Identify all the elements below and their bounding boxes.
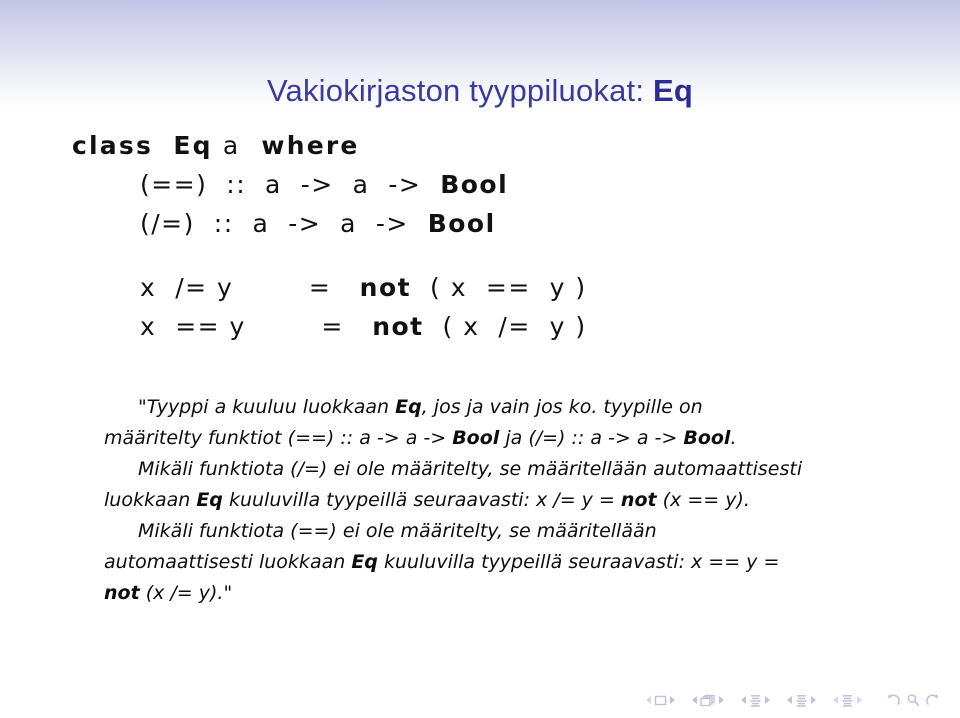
line-eq-def: x == y = not ( x /= y ) [0,307,960,346]
nav-group-presentation-next-arrow-icon[interactable] [857,696,862,704]
line-eq-sig-seg-2: a [333,170,389,199]
nav-group-section[interactable] [738,694,773,707]
line-class-decl-seg-4: where [250,131,360,160]
nav-group-subsection[interactable] [689,694,727,707]
nav-group-part[interactable] [784,694,819,707]
line-class-decl: class Eq a where [0,126,960,165]
nav-group-part-prev-arrow-icon[interactable] [787,696,792,704]
line-eq-sig-seg-4 [421,170,440,199]
quote-para-3: Mikäli funktiota (==) ei ole määritelty,… [104,516,804,609]
nav-group-frame-next-arrow-icon[interactable] [670,696,675,704]
nav-search-button[interactable] [906,693,920,707]
line-neq-sig-seg-3: -> [375,209,409,238]
line-class-decl-seg-0: class [72,131,154,160]
nav-group-frame-prev-arrow-icon[interactable] [646,696,651,704]
quote-para-3-seg-4: (x /= y)." [139,582,233,604]
quote-para-1-seg-6: . [730,427,737,449]
nav-group-section-next-arrow-icon[interactable] [765,696,770,704]
line-eq-sig-seg-1: -> [300,170,334,199]
section-lines-icon[interactable] [795,694,808,707]
nav-group-part-next-arrow-icon[interactable] [811,696,816,704]
stacked-frames-icon[interactable] [700,694,716,707]
code-block-default-definitions: x /= y = not ( x == y ) x == y = not ( x … [0,268,960,346]
line-eq-def-seg-0: x == y = [140,312,373,341]
line-class-decl-seg-2: Eq [173,131,213,160]
quotation-body: "Tyyppi a kuuluu luokkaan Eq, jos ja vai… [104,392,804,609]
quote-para-1-seg-1: Eq [395,396,422,418]
line-eq-sig-seg-3: -> [388,170,422,199]
quote-para-1-seg-4: ja (/=) :: a -> a -> [499,427,684,449]
nav-group-presentation[interactable] [830,694,865,707]
quote-para-1-seg-3: Bool [452,427,500,449]
nav-group-frame[interactable] [643,695,678,706]
code-block-class-declaration: class Eq a where (==) :: a -> a -> Bool (/… [0,126,960,243]
nav-forward-button[interactable] [925,693,941,707]
line-eq-sig-seg-0: (==) :: a [140,170,301,199]
line-neq-sig-seg-0: (/=) :: a [140,209,289,238]
frame-icon[interactable] [654,695,667,706]
line-eq-sig: (==) :: a -> a -> Bool [0,165,960,204]
nav-back-button[interactable] [885,693,901,707]
line-eq-def-seg-1: not [372,312,424,341]
line-neq-sig-seg-1: -> [288,209,322,238]
line-neq-def-seg-2: ( x == y ) [411,273,587,302]
quote-para-3-seg-1: Eq [351,551,378,573]
line-eq-sig-seg-5: Bool [440,170,509,199]
line-neq-sig-seg-2: a [321,209,376,238]
page-title-accent: Eq [653,72,694,108]
line-class-decl-seg-1 [153,131,173,160]
line-neq-def: x /= y = not ( x == y ) [0,268,960,307]
quote-para-1: "Tyyppi a kuuluu luokkaan Eq, jos ja vai… [104,392,804,454]
page-title: Vakiokirjaston tyyppiluokat: Eq [0,73,960,109]
section-lines-icon[interactable] [749,694,762,707]
line-neq-sig-seg-5: Bool [427,209,496,238]
nav-group-section-prev-arrow-icon[interactable] [741,696,746,704]
quote-para-2-seg-2: kuuluvilla tyypeillä seuraavasti: x /= y… [222,489,621,511]
nav-group-subsection-next-arrow-icon[interactable] [719,696,724,704]
beamer-navigation-bar[interactable] [643,690,946,710]
page-title-text: Vakiokirjaston tyyppiluokat: [266,72,653,108]
nav-group-subsection-prev-arrow-icon[interactable] [692,696,697,704]
quote-para-2-seg-3: not [620,489,657,511]
quote-para-1-seg-0: "Tyyppi a kuuluu luokkaan [138,396,396,418]
quote-para-1-seg-5: Bool [683,427,731,449]
line-neq-def-seg-0: x /= y = [140,273,360,302]
line-neq-sig-seg-4 [409,209,428,238]
line-neq-sig: (/=) :: a -> a -> Bool [0,204,960,243]
quote-para-2-seg-4: (x == y). [656,489,750,511]
quote-para-3-seg-2: kuuluvilla tyypeillä seuraavasti: x == y… [377,551,780,573]
quote-para-2: Mikäli funktiota (/=) ei ole määritelty,… [104,454,804,516]
section-lines-icon[interactable] [841,694,854,707]
nav-group-presentation-prev-arrow-icon[interactable] [833,696,838,704]
line-class-decl-seg-3: a [212,131,251,160]
quote-para-2-seg-1: Eq [196,489,223,511]
line-eq-def-seg-2: ( x /= y ) [423,312,587,341]
line-neq-def-seg-1: not [359,273,412,302]
quote-para-3-seg-3: not [104,582,140,604]
